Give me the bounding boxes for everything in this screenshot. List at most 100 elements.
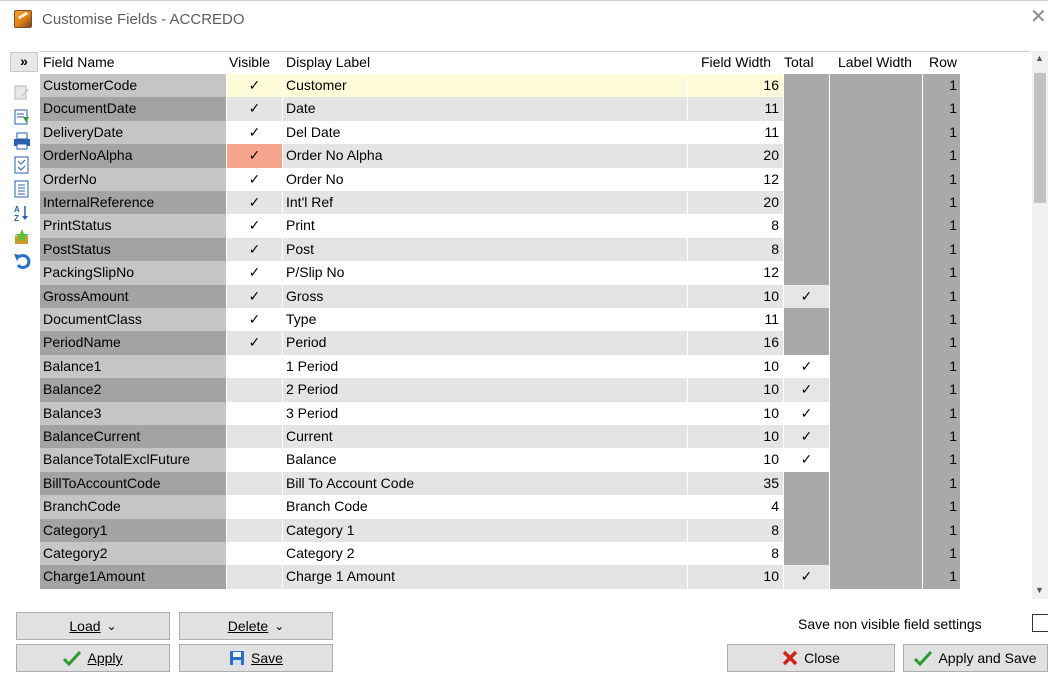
display-label-cell[interactable]: Bill To Account Code: [283, 471, 688, 496]
display-label-cell[interactable]: Branch Code: [283, 495, 688, 519]
display-label-cell[interactable]: Charge 1 Amount: [283, 565, 688, 589]
display-label-cell[interactable]: Order No Alpha: [283, 144, 688, 168]
total-cell[interactable]: ✓: [784, 425, 830, 449]
total-cell[interactable]: [784, 471, 830, 496]
header-label-width[interactable]: Label Width: [838, 54, 912, 70]
display-label-cell[interactable]: Current: [283, 425, 688, 449]
print-icon[interactable]: [8, 130, 36, 152]
display-label-cell[interactable]: Category 1: [283, 518, 688, 542]
field-width-cell[interactable]: 4: [688, 495, 784, 519]
visible-cell[interactable]: [227, 518, 283, 542]
field-width-cell[interactable]: 10: [688, 284, 784, 308]
total-cell[interactable]: [784, 97, 830, 121]
header-row[interactable]: Row: [929, 54, 957, 70]
field-width-cell[interactable]: 8: [688, 214, 784, 238]
field-name-cell[interactable]: Category1: [40, 518, 227, 542]
total-cell[interactable]: [784, 331, 830, 355]
field-width-cell[interactable]: 11: [688, 308, 784, 332]
field-name-cell[interactable]: DocumentDate: [40, 97, 227, 121]
field-width-cell[interactable]: 12: [688, 261, 784, 285]
field-width-cell[interactable]: 10: [688, 448, 784, 472]
field-width-cell[interactable]: 10: [688, 354, 784, 379]
display-label-cell[interactable]: Del Date: [283, 120, 688, 145]
visible-cell[interactable]: ✓: [227, 120, 283, 145]
field-width-cell[interactable]: 8: [688, 542, 784, 566]
table-row[interactable]: OrderNo ✓ Order No 12 1: [40, 167, 970, 191]
display-label-cell[interactable]: Balance: [283, 448, 688, 472]
total-cell[interactable]: [784, 144, 830, 168]
header-display-label[interactable]: Display Label: [286, 54, 370, 70]
visible-cell[interactable]: ✓: [227, 237, 283, 262]
vertical-scrollbar[interactable]: ▲ ▼: [1032, 51, 1048, 599]
visible-cell[interactable]: ✓: [227, 261, 283, 285]
field-name-cell[interactable]: InternalReference: [40, 191, 227, 215]
display-label-cell[interactable]: Gross: [283, 284, 688, 308]
display-label-cell[interactable]: 2 Period: [283, 378, 688, 402]
field-width-cell[interactable]: 11: [688, 120, 784, 145]
table-row[interactable]: Balance3 3 Period 10 ✓ 1: [40, 401, 970, 425]
field-name-cell[interactable]: BalanceCurrent: [40, 425, 227, 449]
scroll-down-icon[interactable]: ▼: [1035, 585, 1044, 595]
visible-cell[interactable]: ✓: [227, 144, 283, 168]
visible-cell[interactable]: [227, 542, 283, 566]
table-row[interactable]: CustomerCode ✓ Customer 16 1: [40, 74, 970, 98]
field-name-cell[interactable]: Charge1Amount: [40, 565, 227, 589]
visible-cell[interactable]: ✓: [227, 74, 283, 98]
apply-and-save-button[interactable]: Apply and Save: [903, 644, 1048, 672]
display-label-cell[interactable]: P/Slip No: [283, 261, 688, 285]
visible-cell[interactable]: [227, 425, 283, 449]
field-width-cell[interactable]: 10: [688, 425, 784, 449]
visible-cell[interactable]: ✓: [227, 308, 283, 332]
edit-icon[interactable]: [8, 82, 36, 104]
field-width-cell[interactable]: 10: [688, 378, 784, 402]
favourites-icon[interactable]: [8, 226, 36, 248]
header-total[interactable]: Total: [784, 54, 814, 70]
field-name-cell[interactable]: DocumentClass: [40, 308, 227, 332]
table-row[interactable]: GrossAmount ✓ Gross 10 ✓ 1: [40, 284, 970, 308]
visible-cell[interactable]: [227, 378, 283, 402]
total-cell[interactable]: [784, 120, 830, 145]
table-row[interactable]: BalanceTotalExclFuture Balance 10 ✓ 1: [40, 448, 970, 472]
visible-cell[interactable]: [227, 354, 283, 379]
table-row[interactable]: Category2 Category 28 1: [40, 542, 970, 566]
details-icon[interactable]: [8, 178, 36, 200]
visible-cell[interactable]: ✓: [227, 214, 283, 238]
field-width-cell[interactable]: 11: [688, 97, 784, 121]
import-icon[interactable]: [8, 106, 36, 128]
field-width-cell[interactable]: 10: [688, 401, 784, 425]
total-cell[interactable]: ✓: [784, 565, 830, 589]
undo-icon[interactable]: [8, 250, 36, 272]
total-cell[interactable]: [784, 74, 830, 98]
field-width-cell[interactable]: 20: [688, 144, 784, 168]
display-label-cell[interactable]: Customer: [283, 74, 688, 98]
display-label-cell[interactable]: Category 2: [283, 542, 688, 566]
field-name-cell[interactable]: CustomerCode: [40, 74, 227, 98]
close-button[interactable]: Close: [727, 644, 895, 672]
display-label-cell[interactable]: 1 Period: [283, 354, 688, 379]
empty-row[interactable]: [40, 589, 970, 599]
display-label-cell[interactable]: Order No: [283, 167, 688, 191]
display-label-cell[interactable]: Date: [283, 97, 688, 121]
header-field-name[interactable]: Field Name: [43, 54, 115, 70]
sort-az-icon[interactable]: AZ: [8, 202, 36, 224]
field-name-cell[interactable]: Category2: [40, 542, 227, 566]
total-cell[interactable]: ✓: [784, 378, 830, 402]
field-width-cell[interactable]: 12: [688, 167, 784, 191]
visible-cell[interactable]: [227, 471, 283, 496]
total-cell[interactable]: [784, 542, 830, 566]
display-label-cell[interactable]: Int'l Ref: [283, 191, 688, 215]
field-name-cell[interactable]: PostStatus: [40, 237, 227, 262]
list-icon[interactable]: [8, 154, 36, 176]
table-row[interactable]: DocumentDate ✓ Date 11 1: [40, 97, 970, 121]
visible-cell[interactable]: ✓: [227, 191, 283, 215]
total-cell[interactable]: [784, 237, 830, 262]
visible-cell[interactable]: ✓: [227, 284, 283, 308]
field-width-cell[interactable]: 35: [688, 471, 784, 496]
field-name-cell[interactable]: OrderNo: [40, 167, 227, 191]
field-name-cell[interactable]: DeliveryDate: [40, 120, 227, 145]
header-field-width[interactable]: Field Width: [701, 54, 771, 70]
field-width-cell[interactable]: 16: [688, 331, 784, 355]
visible-cell[interactable]: ✓: [227, 97, 283, 121]
field-name-cell[interactable]: Balance2: [40, 378, 227, 402]
table-row[interactable]: PackingSlipNo ✓ P/Slip No 12 1: [40, 261, 970, 285]
